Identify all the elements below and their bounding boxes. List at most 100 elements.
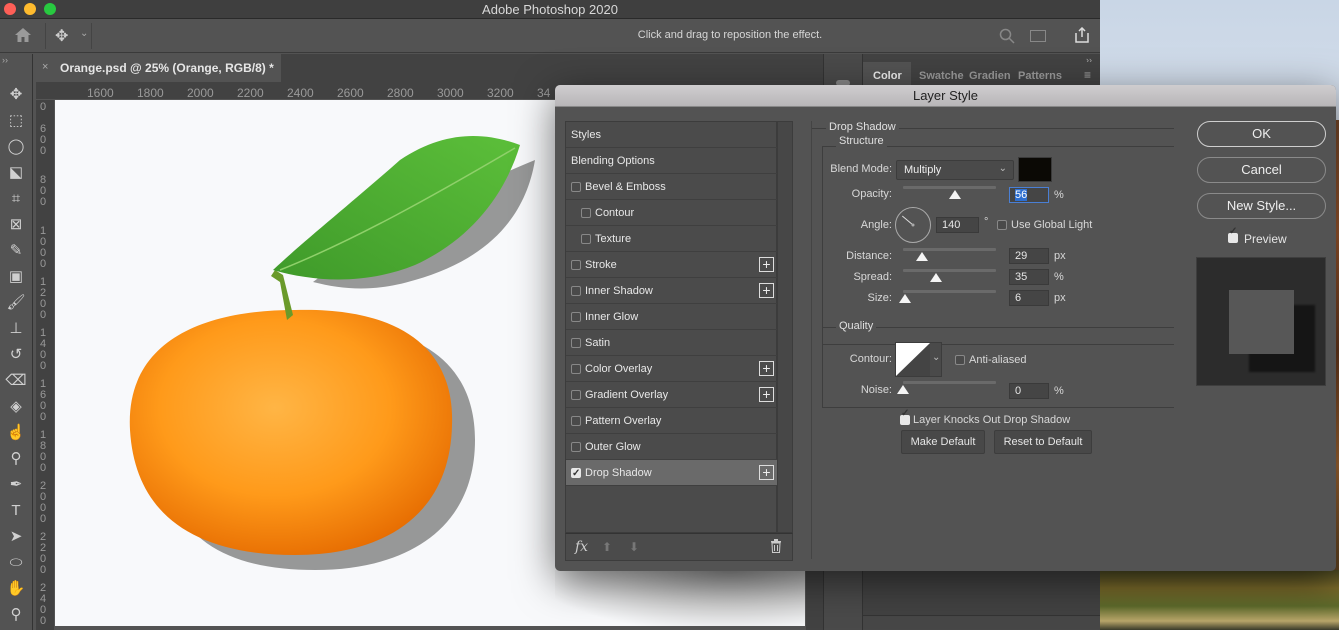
smudge-tool-icon[interactable]: ☝ [4, 422, 28, 444]
collapse-toolbar-icon[interactable]: ›› [2, 55, 8, 65]
angle-input[interactable]: 140 [936, 217, 979, 233]
style-checkbox[interactable] [571, 260, 581, 270]
style-item-bevel-emboss[interactable]: Bevel & Emboss [566, 174, 777, 200]
noise-slider-thumb[interactable] [897, 385, 909, 394]
style-checkbox[interactable] [571, 442, 581, 452]
trash-icon[interactable] [770, 539, 782, 556]
spread-slider-thumb[interactable] [929, 273, 942, 282]
style-item-color-overlay[interactable]: Color Overlay + [566, 356, 777, 382]
distance-slider-thumb[interactable] [915, 252, 928, 261]
style-item-stroke[interactable]: Stroke + [566, 252, 777, 278]
style-checkbox[interactable] [571, 312, 581, 322]
dodge-tool-icon[interactable]: ⚲ [4, 448, 28, 470]
ok-button[interactable]: OK [1197, 121, 1326, 147]
add-effect-icon[interactable]: + [759, 361, 774, 376]
preview-checkbox[interactable] [1228, 226, 1238, 243]
style-item-inner-shadow[interactable]: Inner Shadow + [566, 278, 777, 304]
style-item-drop-shadow[interactable]: Drop Shadow + [566, 460, 777, 487]
ellipse-tool-icon[interactable]: ⬭ [4, 552, 28, 574]
marquee-tool-icon[interactable]: ⬚ [4, 110, 28, 132]
type-tool-icon[interactable]: T [4, 500, 28, 522]
paint-bucket-tool-icon[interactable]: ◈ [4, 396, 28, 418]
distance-slider-track[interactable] [903, 248, 996, 251]
style-item-contour[interactable]: Contour [566, 200, 777, 226]
lasso-tool-icon[interactable]: ◯ [4, 136, 28, 158]
pen-tool-icon[interactable]: ✒ [4, 474, 28, 496]
make-default-button[interactable]: Make Default [901, 430, 985, 454]
hand-tool-icon[interactable]: ✋ [4, 578, 28, 600]
path-select-tool-icon[interactable]: ➤ [4, 526, 28, 548]
size-slider-track[interactable] [903, 290, 996, 293]
style-checkbox[interactable] [571, 390, 581, 400]
arrow-up-icon[interactable]: ⬆ [602, 540, 612, 554]
blend-mode-select[interactable]: Multiply ⌄ [896, 160, 1014, 180]
new-style-button[interactable]: New Style... [1197, 193, 1326, 219]
style-item-blending-options[interactable]: Blending Options [566, 148, 777, 174]
share-icon[interactable] [1074, 26, 1090, 46]
tab-gradients[interactable]: Gradien [969, 70, 1011, 82]
shadow-color-swatch[interactable] [1018, 157, 1052, 182]
opacity-input[interactable]: 56 [1009, 187, 1049, 203]
crop-tool-icon[interactable]: ⌗ [4, 188, 28, 210]
style-checkbox[interactable] [571, 416, 581, 426]
tab-swatches[interactable]: Swatche [919, 70, 964, 82]
style-item-gradient-overlay[interactable]: Gradient Overlay + [566, 382, 777, 408]
angle-dial[interactable] [895, 207, 931, 243]
noise-slider-track[interactable] [903, 381, 996, 384]
distance-input[interactable]: 29 [1009, 248, 1049, 264]
home-icon[interactable] [14, 27, 34, 45]
frame-tool-icon[interactable]: ⊠ [4, 214, 28, 236]
tab-patterns[interactable]: Patterns [1018, 70, 1062, 82]
history-brush-tool-icon[interactable]: ↺ [4, 344, 28, 366]
styles-scrollbar[interactable] [777, 121, 793, 533]
style-item-texture[interactable]: Texture [566, 226, 777, 252]
clone-stamp-tool-icon[interactable]: ⊥ [4, 318, 28, 340]
move-tool-icon[interactable]: ✥ [4, 84, 28, 106]
style-checkbox[interactable] [571, 182, 581, 192]
fx-button[interactable]: fx [575, 539, 588, 555]
eraser-tool-icon[interactable]: ⌫ [4, 370, 28, 392]
style-checkbox[interactable] [581, 234, 591, 244]
style-item-outer-glow[interactable]: Outer Glow [566, 434, 777, 460]
brush-tool-icon[interactable]: 🖌 [4, 292, 28, 314]
add-effect-icon[interactable]: + [759, 257, 774, 272]
panel-menu-icon[interactable]: ≡ [1084, 68, 1091, 82]
knockout-checkbox[interactable] [900, 408, 910, 425]
chevron-down-icon[interactable]: ⌄ [80, 28, 88, 39]
object-select-tool-icon[interactable]: ⬕ [4, 162, 28, 184]
size-input[interactable]: 6 [1009, 290, 1049, 306]
zoom-tool-icon[interactable]: ⚲ [4, 604, 28, 626]
style-item-satin[interactable]: Satin [566, 330, 777, 356]
style-item-inner-glow[interactable]: Inner Glow [566, 304, 777, 330]
contour-picker[interactable]: ⌄ [895, 342, 942, 377]
anti-aliased-checkbox[interactable] [955, 355, 965, 365]
use-global-light-checkbox[interactable] [997, 220, 1007, 230]
close-tab-icon[interactable]: × [42, 61, 48, 73]
style-checkbox[interactable] [571, 364, 581, 374]
size-slider-thumb[interactable] [898, 294, 911, 303]
style-checkbox[interactable] [571, 338, 581, 348]
healing-brush-tool-icon[interactable]: ▣ [4, 266, 28, 288]
opacity-slider-thumb[interactable] [949, 190, 962, 199]
style-item-pattern-overlay[interactable]: Pattern Overlay [566, 408, 777, 434]
workspace-icon[interactable] [1030, 30, 1046, 42]
cancel-button[interactable]: Cancel [1197, 157, 1326, 183]
style-item-styles[interactable]: Styles [566, 122, 777, 148]
reset-to-default-button[interactable]: Reset to Default [994, 430, 1092, 454]
arrow-down-icon[interactable]: ⬇ [629, 540, 639, 554]
add-effect-icon[interactable]: + [759, 283, 774, 298]
spread-input[interactable]: 35 [1009, 269, 1049, 285]
dialog-title[interactable]: Layer Style [555, 85, 1336, 107]
move-tool-icon[interactable]: ✥ [55, 26, 73, 45]
add-effect-icon[interactable]: + [759, 465, 774, 480]
tab-color[interactable]: Color [873, 70, 902, 82]
add-effect-icon[interactable]: + [759, 387, 774, 402]
style-checkbox[interactable] [581, 208, 591, 218]
spread-slider-track[interactable] [903, 269, 996, 272]
document-tab[interactable]: × Orange.psd @ 25% (Orange, RGB/8) * [36, 54, 281, 82]
search-icon[interactable] [999, 28, 1015, 47]
noise-input[interactable]: 0 [1009, 383, 1049, 399]
style-checkbox[interactable] [571, 286, 581, 296]
style-checkbox[interactable] [571, 461, 581, 487]
eyedropper-tool-icon[interactable]: ✎ [4, 240, 28, 262]
